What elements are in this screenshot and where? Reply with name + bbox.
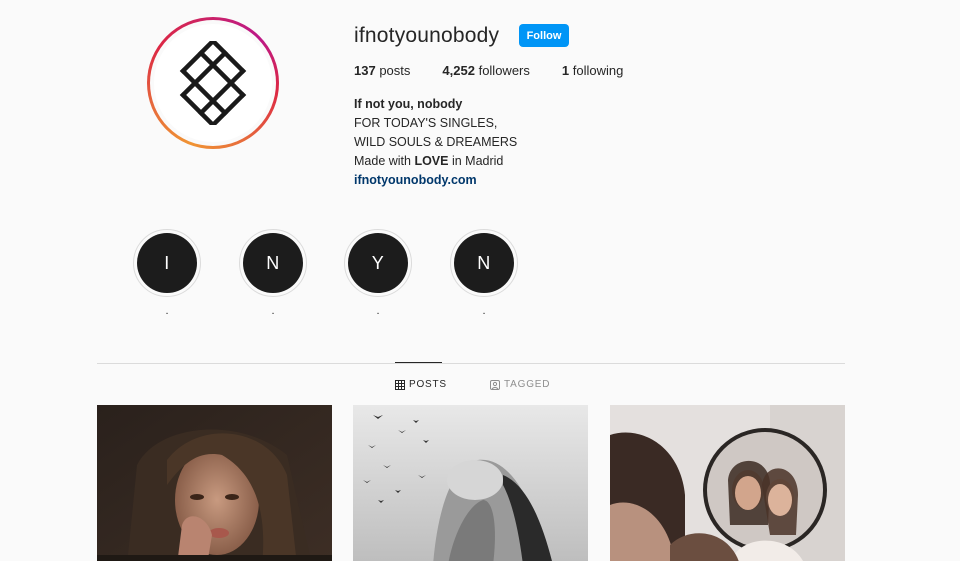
highlight-cover: I — [137, 233, 197, 293]
stat-label: followers — [478, 63, 530, 78]
story-highlight[interactable]: N — [239, 229, 307, 297]
profile-stats: 137 posts 4,252 followers 1 following — [354, 63, 655, 78]
post-thumbnail[interactable] — [353, 405, 588, 561]
stat-following[interactable]: 1 following — [562, 63, 623, 78]
stat-count: 137 — [354, 63, 376, 78]
profile-username: ifnotyounobody — [354, 24, 500, 47]
tab-posts[interactable]: POSTS — [395, 379, 447, 390]
story-highlight[interactable]: I — [133, 229, 201, 297]
bio-website-link[interactable]: ifnotyounobody.com — [354, 173, 477, 187]
post-photo-woman-birds — [353, 405, 588, 561]
highlight-label: . — [482, 305, 486, 317]
grid-icon — [395, 379, 405, 390]
highlight-cover: N — [243, 233, 303, 293]
stat-label: following — [572, 63, 624, 78]
post-thumbnail[interactable] — [610, 405, 845, 561]
post-photo-portrait-woman — [97, 405, 332, 561]
story-highlight[interactable]: Y — [344, 229, 412, 297]
post-photo-women-mirror — [610, 405, 845, 561]
stat-count: 4,252 — [442, 63, 475, 78]
bio-text: in Madrid — [448, 154, 504, 168]
profile-bio: If not you, nobody FOR TODAY'S SINGLES, … — [354, 95, 517, 190]
tagged-user-icon — [490, 379, 500, 390]
bio-line: WILD SOULS & DREAMERS — [354, 135, 518, 149]
bio-line: Made with LOVE in Madrid — [354, 152, 517, 171]
stat-count: 1 — [561, 63, 570, 78]
bio-bold-text: LOVE — [414, 154, 449, 168]
post-thumbnail[interactable] — [97, 405, 332, 561]
active-tab-indicator — [395, 362, 442, 363]
profile-page: ifnotyounobody Follow 137 posts 4,252 fo… — [0, 0, 960, 561]
tab-tagged[interactable]: TAGGED — [490, 379, 550, 390]
stat-posts: 137 posts — [354, 63, 410, 78]
highlight-cover: N — [454, 233, 514, 293]
highlight-label: . — [165, 305, 169, 317]
highlight-cover: Y — [348, 233, 408, 293]
story-highlight[interactable]: N — [450, 229, 518, 297]
bio-name: If not you, nobody — [354, 97, 463, 111]
tab-tagged-label: TAGGED — [504, 379, 551, 390]
tab-posts-label: POSTS — [409, 379, 447, 390]
bio-text: Made with — [354, 154, 415, 168]
stat-label: posts — [379, 63, 411, 78]
tabs-divider — [97, 363, 845, 364]
profile-avatar[interactable] — [147, 17, 279, 149]
stat-followers[interactable]: 4,252 followers — [442, 63, 529, 78]
highlight-label: . — [376, 305, 380, 317]
crosshatch-logo-icon — [154, 24, 272, 142]
bio-line: FOR TODAY'S SINGLES, — [354, 116, 498, 130]
follow-button[interactable]: Follow — [519, 24, 569, 47]
highlight-label: . — [271, 305, 275, 317]
